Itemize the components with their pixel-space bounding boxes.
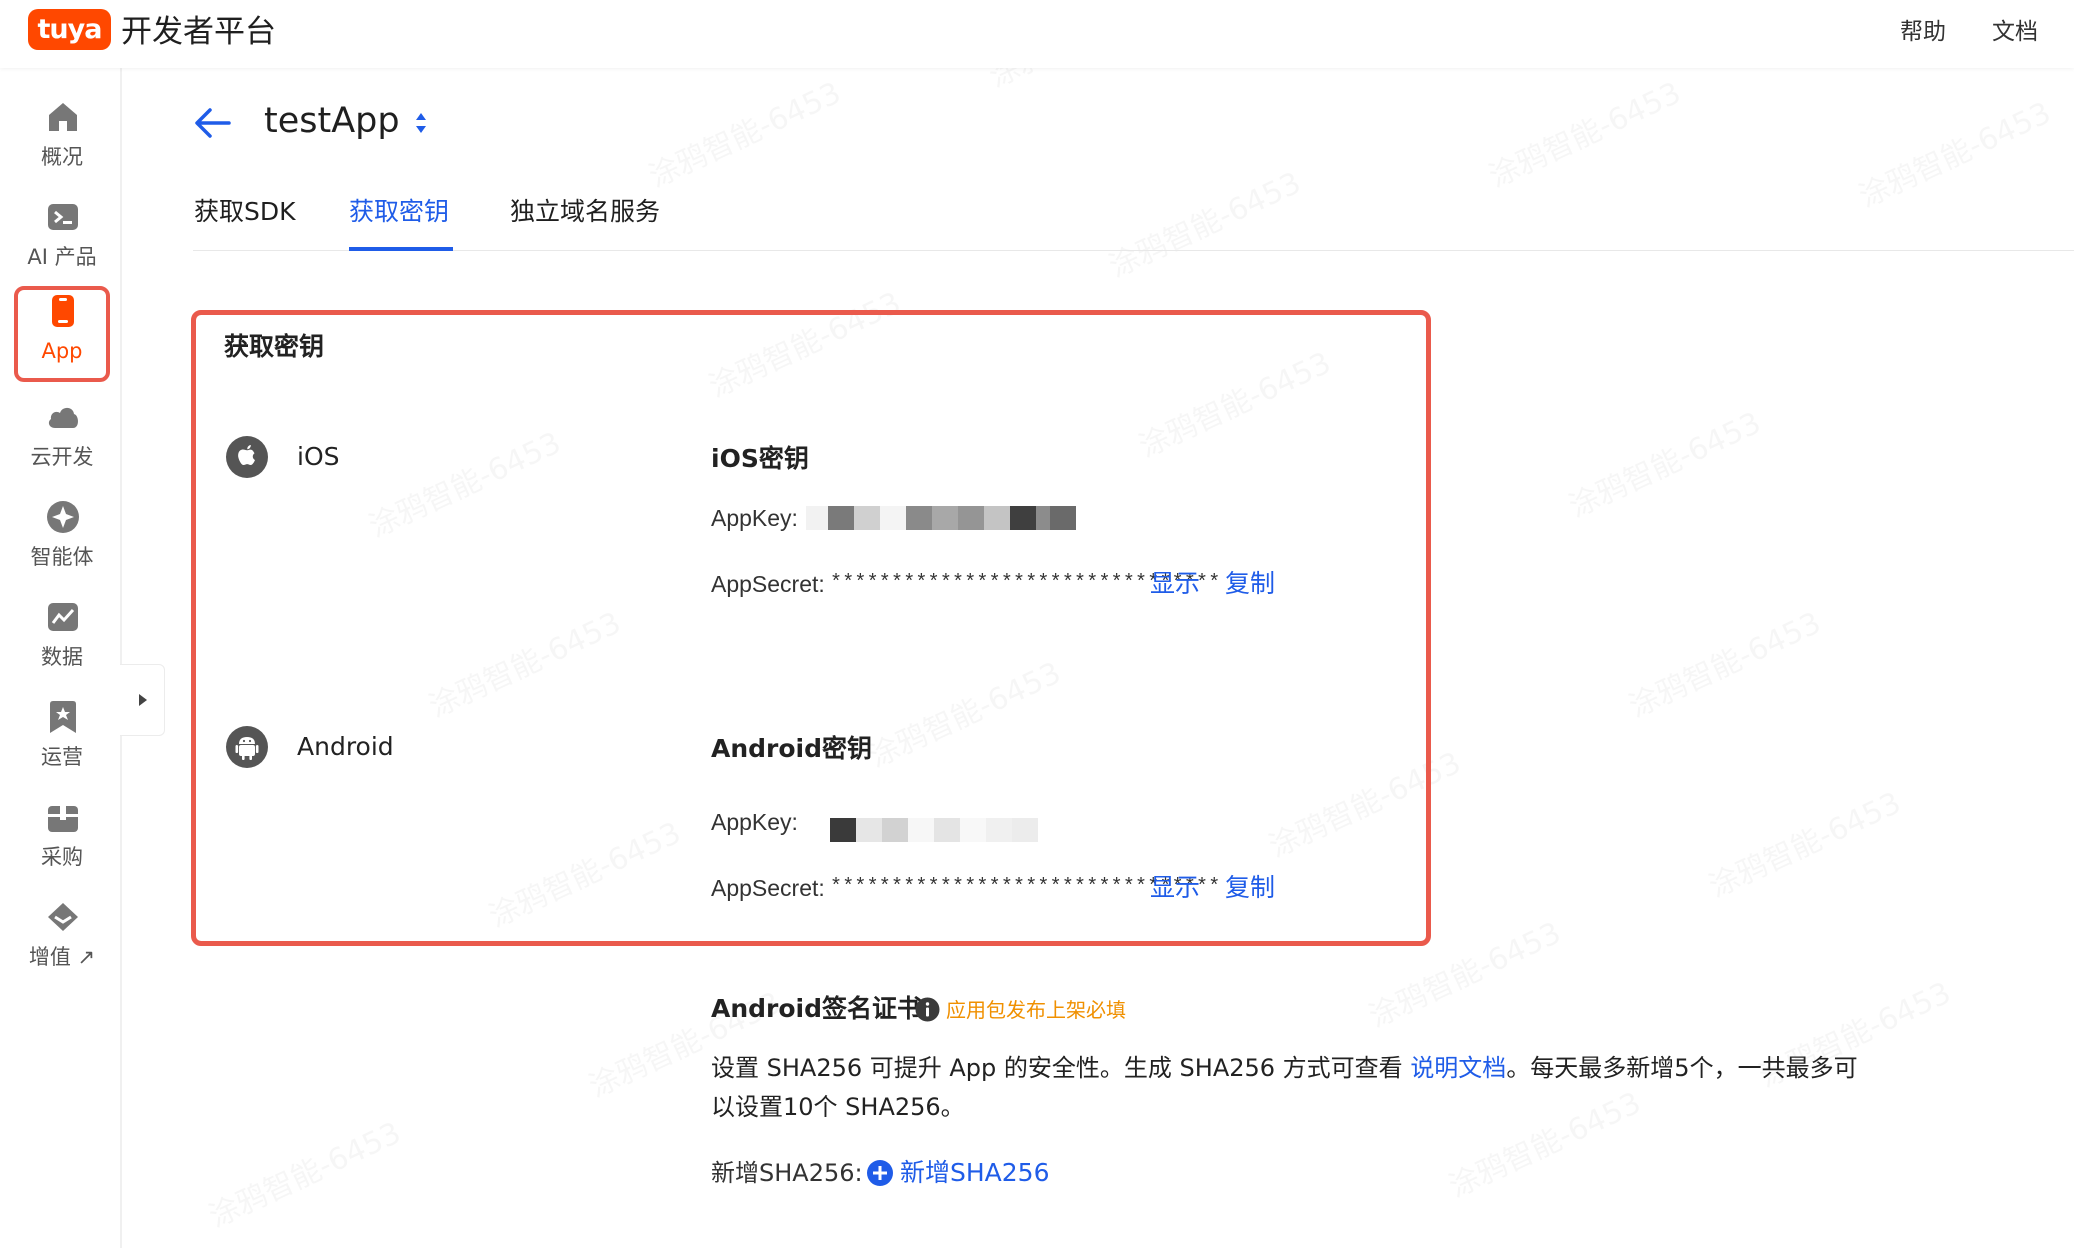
watermark: 涂鸦智能-6453 xyxy=(1620,598,1826,725)
sidebar-item-ai-product[interactable]: AI 产品 xyxy=(14,192,110,288)
sidebar-item-data[interactable]: 数据 xyxy=(14,592,110,688)
watermark: 涂鸦智能-6453 xyxy=(1480,68,1686,195)
cert-description: 设置 SHA256 可提升 App 的安全性。生成 SHA256 方式可查看 说… xyxy=(711,1049,1881,1127)
help-link[interactable]: 帮助 xyxy=(1900,16,1946,48)
sidebar-item-label: App xyxy=(41,339,83,363)
watermark: 涂鸦智能-6453 xyxy=(1850,88,2056,215)
sidebar-collapse-handle[interactable] xyxy=(120,664,165,736)
caret-right-icon xyxy=(139,694,147,706)
sidebar-item-label: 数据 xyxy=(41,645,83,669)
sidebar-item-purchase[interactable]: 采购 xyxy=(14,792,110,888)
platform-label-android: Android xyxy=(297,732,394,761)
ios-appkey-label: AppKey: xyxy=(711,505,798,531)
keys-card-title: 获取密钥 xyxy=(224,332,325,361)
sidebar-item-label: AI 产品 xyxy=(27,245,97,269)
keys-card-highlight xyxy=(191,310,1431,946)
watermark: 涂鸦智能-6453 xyxy=(1100,158,1306,285)
android-icon xyxy=(226,726,268,768)
cert-desc-text: 设置 SHA256 可提升 App 的安全性。生成 SHA256 方式可查看 xyxy=(711,1054,1411,1082)
sparkle-icon xyxy=(47,501,79,533)
android-appkey-label: AppKey: xyxy=(711,809,798,835)
ios-appsecret-label: AppSecret: xyxy=(711,571,825,597)
app-switch-sort-icon[interactable] xyxy=(412,110,430,136)
cloud-icon xyxy=(48,407,78,428)
bookmark-star-icon xyxy=(50,701,76,733)
sidebar-item-label: 运营 xyxy=(41,745,83,769)
android-appsecret-label: AppSecret: xyxy=(711,875,825,901)
platform-label-ios: iOS xyxy=(297,442,340,471)
sidebar-item-value-added[interactable]: 增值 ↗ xyxy=(14,892,110,988)
plus-circle-icon[interactable] xyxy=(866,1159,894,1187)
info-icon[interactable] xyxy=(915,997,940,1022)
app-title: testApp xyxy=(264,101,400,141)
ios-keys-title: iOS密钥 xyxy=(711,444,809,473)
sidebar-item-overview[interactable]: 概况 xyxy=(14,92,110,188)
ios-show-secret-link[interactable]: 显示 xyxy=(1150,568,1200,600)
terminal-icon xyxy=(48,204,78,230)
tuya-logo[interactable]: tuya xyxy=(28,9,111,50)
add-sha256-button[interactable]: 新增SHA256 xyxy=(900,1157,1050,1189)
sidebar-item-agent[interactable]: 智能体 xyxy=(14,492,110,588)
docs-link[interactable]: 文档 xyxy=(1992,16,2038,48)
watermark: 涂鸦智能-6453 xyxy=(640,68,846,195)
platform-name: 开发者平台 xyxy=(121,14,276,50)
active-tab-indicator xyxy=(349,247,453,251)
chart-icon xyxy=(48,603,78,631)
tab-custom-domain[interactable]: 独立域名服务 xyxy=(510,195,660,229)
watermark: 涂鸦智能-6453 xyxy=(200,1108,406,1235)
android-copy-secret-link[interactable]: 复制 xyxy=(1225,872,1275,904)
tab-get-sdk[interactable]: 获取SDK xyxy=(194,195,296,229)
add-sha256-label: 新增SHA256: xyxy=(711,1159,863,1187)
sidebar-item-label: 概况 xyxy=(41,145,83,169)
sidebar-item-cloud-dev[interactable]: 云开发 xyxy=(14,392,110,488)
home-icon xyxy=(49,103,77,131)
sidebar-item-label: 智能体 xyxy=(30,545,94,569)
android-keys-title: Android密钥 xyxy=(711,734,873,763)
top-bar: tuya 开发者平台 帮助 文档 xyxy=(0,0,2074,68)
tab-get-keys[interactable]: 获取密钥 xyxy=(349,195,449,229)
sidebar-item-label: 采购 xyxy=(41,845,83,869)
sidebar-item-app[interactable]: App xyxy=(14,286,110,382)
apple-icon xyxy=(226,436,268,478)
tabs-divider xyxy=(193,250,2074,251)
sidebar-item-label: 云开发 xyxy=(30,445,94,469)
back-arrow-icon[interactable] xyxy=(193,105,233,141)
watermark: 涂鸦智能-6453 xyxy=(1700,778,1906,905)
android-cert-title: Android签名证书 xyxy=(711,994,923,1023)
docs-link-inline[interactable]: 说明文档 xyxy=(1410,1054,1506,1082)
diamond-icon xyxy=(48,903,78,931)
sidebar-item-label: 增值 ↗ xyxy=(28,945,96,969)
sidebar: 概况 AI 产品 App 云开发 智能体 数据 运营 采购 增值 ↗ xyxy=(0,68,122,1248)
watermark: 涂鸦智能-6453 xyxy=(1560,398,1766,525)
android-show-secret-link[interactable]: 显示 xyxy=(1150,872,1200,904)
required-tag: 应用包发布上架必填 xyxy=(946,998,1126,1022)
ios-copy-secret-link[interactable]: 复制 xyxy=(1225,568,1275,600)
box-icon xyxy=(48,806,78,832)
phone-icon xyxy=(52,295,74,327)
sidebar-item-operation[interactable]: 运营 xyxy=(14,692,110,788)
